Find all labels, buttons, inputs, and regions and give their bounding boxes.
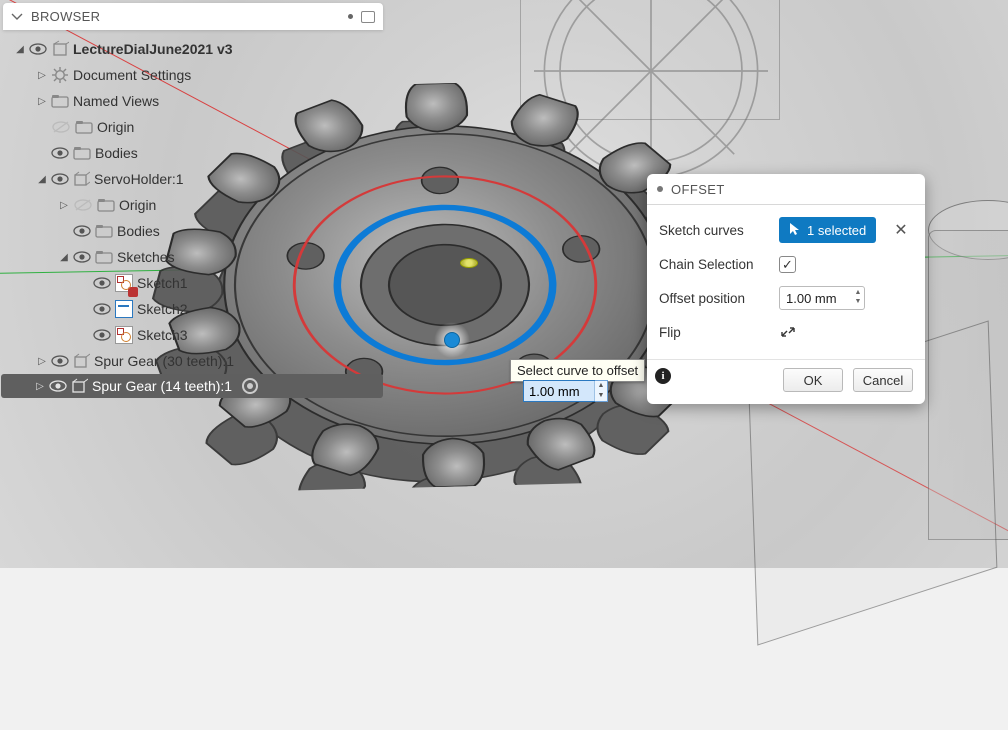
- gear-icon: [51, 66, 69, 84]
- label-chain: Chain Selection: [659, 257, 769, 272]
- folder-icon: [73, 146, 91, 160]
- offset-dialog: OFFSET Sketch curves 1 selected ✕ Chain …: [647, 174, 925, 404]
- twisty-closed-icon[interactable]: ▷: [37, 70, 47, 81]
- label-sketch-curves: Sketch curves: [659, 223, 769, 238]
- tree-label: Origin: [97, 119, 134, 135]
- eye-icon[interactable]: [51, 355, 69, 367]
- selection-chip[interactable]: 1 selected: [779, 217, 876, 243]
- cursor-icon: [789, 222, 801, 236]
- spin-down-icon[interactable]: ▼: [853, 297, 863, 306]
- activate-radio-icon[interactable]: [242, 378, 258, 394]
- browser-panel: BROWSER ◢ LectureDialJune2021 v3 ▷ Docum…: [3, 3, 383, 404]
- eye-icon[interactable]: [93, 329, 111, 341]
- eye-icon[interactable]: [93, 303, 111, 315]
- eye-hidden-icon[interactable]: [51, 117, 71, 137]
- tree-sketch2[interactable]: Sketch2: [3, 296, 383, 322]
- spin-down-icon[interactable]: ▼: [595, 391, 607, 401]
- selection-count: 1 selected: [807, 223, 866, 238]
- browser-tree: ◢ LectureDialJune2021 v3 ▷ Document Sett…: [3, 30, 383, 404]
- tree-label: Named Views: [73, 93, 159, 109]
- tree-spur14[interactable]: ▷ Spur Gear (14 teeth):1: [1, 374, 383, 398]
- lock-icon: [128, 287, 138, 297]
- component-root-icon: [51, 40, 69, 58]
- eye-icon[interactable]: [29, 43, 47, 55]
- tree-label: Spur Gear (30 teeth):1: [94, 353, 234, 369]
- eye-icon[interactable]: [73, 251, 91, 263]
- twisty-closed-icon[interactable]: ▷: [37, 356, 47, 367]
- panel-minimize-icon[interactable]: [361, 11, 375, 23]
- ok-button[interactable]: OK: [783, 368, 843, 392]
- twisty-open-icon[interactable]: ◢: [15, 44, 25, 55]
- sketch-icon: [115, 326, 133, 344]
- chevron-collapse-icon: [11, 11, 23, 23]
- tree-sketch3[interactable]: Sketch3: [3, 322, 383, 348]
- eye-icon[interactable]: [49, 380, 67, 392]
- tree-root-label: LectureDialJune2021 v3: [73, 41, 233, 57]
- tree-label: ServoHolder:1: [94, 171, 184, 187]
- tree-origin[interactable]: Origin: [3, 114, 383, 140]
- eye-icon[interactable]: [51, 147, 69, 159]
- tree-label: Origin: [119, 197, 156, 213]
- tree-bodies[interactable]: Bodies: [3, 140, 383, 166]
- twisty-closed-icon[interactable]: ▷: [59, 200, 69, 211]
- tree-servo-origin[interactable]: ▷ Origin: [3, 192, 383, 218]
- twisty-open-icon[interactable]: ◢: [59, 252, 69, 263]
- flip-icon[interactable]: [779, 323, 797, 341]
- tree-label: Sketch3: [137, 327, 188, 343]
- eye-icon[interactable]: [73, 225, 91, 237]
- eye-hidden-icon[interactable]: [73, 195, 93, 215]
- dialog-title: OFFSET: [671, 182, 725, 197]
- tree-doc-settings[interactable]: ▷ Document Settings: [3, 62, 383, 88]
- folder-icon: [95, 250, 113, 264]
- tree-sketch1[interactable]: Sketch1: [3, 270, 383, 296]
- tree-label: Bodies: [117, 223, 160, 239]
- tree-label: Bodies: [95, 145, 138, 161]
- tree-servo-bodies[interactable]: Bodies: [3, 218, 383, 244]
- label-flip: Flip: [659, 325, 769, 340]
- component-icon: [73, 353, 90, 370]
- dialog-grip-icon[interactable]: [657, 186, 663, 192]
- tree-root[interactable]: ◢ LectureDialJune2021 v3: [3, 36, 383, 62]
- folder-icon: [97, 198, 115, 212]
- tree-label: Sketches: [117, 249, 175, 265]
- tree-label: Document Settings: [73, 67, 191, 83]
- browser-header[interactable]: BROWSER: [3, 3, 383, 30]
- offset-inline-input[interactable]: ▲ ▼: [523, 380, 608, 402]
- folder-icon: [95, 224, 113, 238]
- browser-title: BROWSER: [31, 9, 100, 24]
- info-icon[interactable]: i: [655, 368, 671, 384]
- tree-label: Sketch1: [137, 275, 188, 291]
- spin-up-icon[interactable]: ▲: [853, 288, 863, 297]
- cancel-button[interactable]: Cancel: [853, 368, 913, 392]
- twisty-closed-icon[interactable]: ▷: [35, 381, 45, 392]
- tree-servo[interactable]: ◢ ServoHolder:1: [3, 166, 383, 192]
- clear-selection-icon[interactable]: ✕: [894, 220, 907, 240]
- sketch-origin-icon: [460, 258, 478, 268]
- component-icon: [73, 171, 90, 188]
- offset-inline-field[interactable]: [524, 381, 594, 401]
- tooltip: Select curve to offset: [510, 359, 645, 382]
- folder-icon: [51, 94, 69, 108]
- chain-selection-checkbox[interactable]: ✓: [779, 256, 796, 273]
- twisty-closed-icon[interactable]: ▷: [37, 96, 47, 107]
- spin-up-icon[interactable]: ▲: [595, 381, 607, 391]
- tree-sketches[interactable]: ◢ Sketches: [3, 244, 383, 270]
- sketch-edit-icon: [115, 300, 133, 318]
- sketch-icon: [115, 274, 133, 292]
- tree-spur30[interactable]: ▷ Spur Gear (30 teeth):1: [3, 348, 383, 374]
- label-offset-pos: Offset position: [659, 291, 769, 306]
- offset-drag-handle[interactable]: [440, 328, 464, 352]
- folder-icon: [75, 120, 93, 134]
- eye-icon[interactable]: [93, 277, 111, 289]
- tree-label: Spur Gear (14 teeth):1: [92, 378, 232, 394]
- panel-menu-icon[interactable]: [348, 14, 353, 19]
- eye-icon[interactable]: [51, 173, 69, 185]
- tree-named-views[interactable]: ▷ Named Views: [3, 88, 383, 114]
- dialog-header[interactable]: OFFSET: [647, 174, 925, 205]
- tree-label: Sketch2: [137, 301, 188, 317]
- component-icon: [71, 378, 88, 395]
- twisty-open-icon[interactable]: ◢: [37, 174, 47, 185]
